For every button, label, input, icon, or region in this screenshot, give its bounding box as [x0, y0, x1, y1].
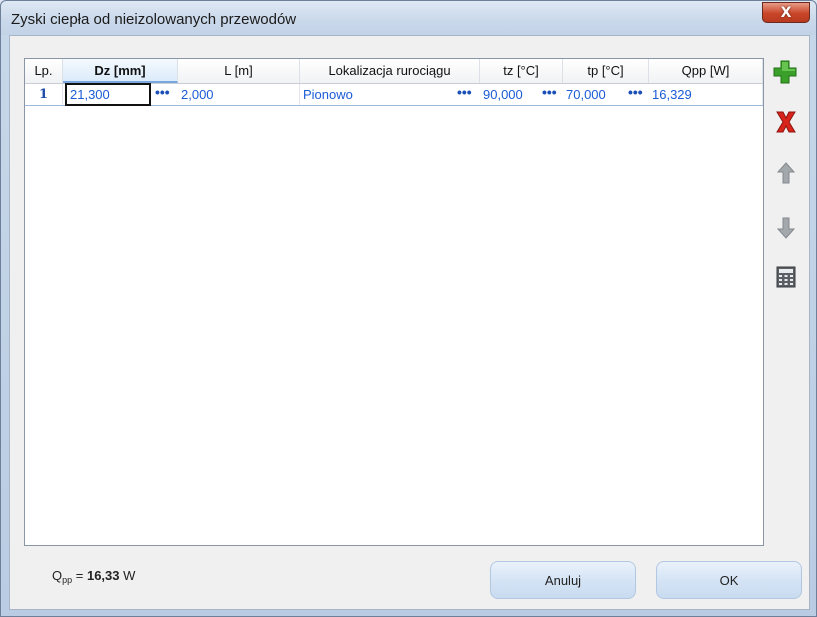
tz-ellipsis-button[interactable]: ••• [542, 84, 557, 105]
tp-ellipsis-button[interactable]: ••• [628, 84, 643, 105]
table-row[interactable]: 1 21,300 ••• 2,000 Pionowo ••• 90,000 ••… [25, 83, 763, 106]
calculator-icon[interactable] [774, 265, 798, 289]
column-header-tp[interactable]: tp [°C] [563, 59, 649, 83]
close-icon: X [780, 4, 792, 21]
summary-subscript: pp [62, 575, 73, 585]
column-header-lp[interactable]: Lp. [25, 59, 63, 83]
cell-lp[interactable]: 1 [25, 84, 63, 105]
arrow-up-icon[interactable] [774, 161, 798, 185]
arrow-down-icon[interactable] [774, 216, 798, 240]
summary-symbol: Q [52, 568, 63, 583]
window-title: Zyski ciepła od nieizolowanych przewodów [11, 11, 297, 28]
column-header-tz[interactable]: tz [°C] [480, 59, 563, 83]
cell-qpp: 16,329 [649, 84, 763, 105]
column-header-qpp[interactable]: Qpp [W] [649, 59, 763, 83]
summary-unit: W [123, 568, 136, 583]
cell-l[interactable]: 2,000 [178, 84, 300, 105]
summary-value: 16,33 [86, 568, 120, 583]
delete-icon[interactable] [774, 110, 798, 134]
dialog-window: Zyski ciepła od nieizolowanych przewodów… [0, 0, 817, 617]
table-header: Lp. Dz [mm] L [m] Lokalizacja rurociągu … [25, 59, 763, 84]
column-header-l[interactable]: L [m] [178, 59, 300, 83]
close-button[interactable]: X [762, 2, 810, 23]
cell-tp[interactable]: 70,000 [563, 84, 625, 105]
cell-dz-input[interactable]: 21,300 [65, 83, 151, 106]
cell-lokalizacja[interactable]: Pionowo [300, 84, 450, 105]
dialog-client-area: Lp. Dz [mm] L [m] Lokalizacja rurociągu … [9, 35, 810, 610]
column-header-lokalizacja[interactable]: Lokalizacja rurociągu [300, 59, 480, 83]
cancel-button[interactable]: Anuluj [490, 561, 636, 599]
title-bar[interactable]: Zyski ciepła od nieizolowanych przewodów… [1, 1, 816, 35]
dz-ellipsis-button[interactable]: ••• [155, 84, 170, 105]
lokalizacja-ellipsis-button[interactable]: ••• [457, 84, 472, 105]
ok-button[interactable]: OK [656, 561, 802, 599]
pipes-table[interactable]: Lp. Dz [mm] L [m] Lokalizacja rurociągu … [24, 58, 764, 546]
summary-equals: = [72, 568, 87, 583]
column-header-dz[interactable]: Dz [mm] [63, 59, 178, 83]
qpp-summary: Qpp = 16,33 W [52, 568, 135, 585]
cell-tz[interactable]: 90,000 [480, 84, 540, 105]
plus-icon[interactable] [773, 60, 797, 84]
